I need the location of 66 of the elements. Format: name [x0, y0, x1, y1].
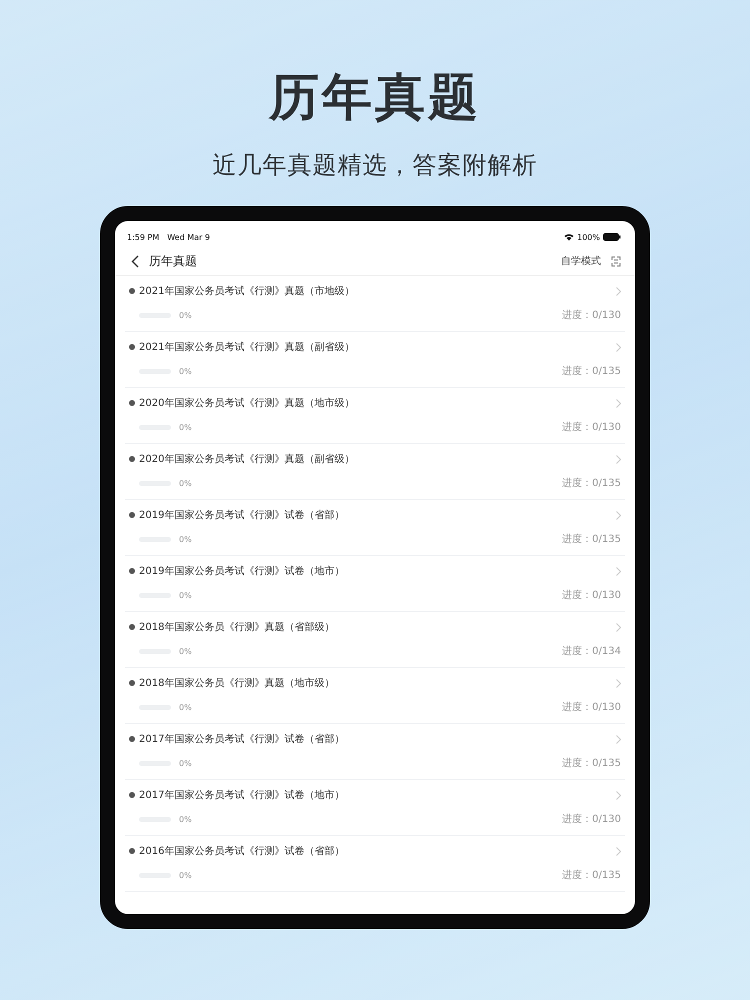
progress-count: 进度：0/135 — [562, 476, 621, 490]
paper-title[interactable]: 2021年国家公务员考试《行测》真题（市地级） — [139, 284, 354, 298]
paper-title[interactable]: 2020年国家公务员考试《行测》真题（地市级） — [139, 396, 354, 410]
paper-title[interactable]: 2019年国家公务员考试《行测》试卷（省部） — [139, 508, 344, 522]
progress-count: 进度：0/135 — [562, 756, 621, 770]
chevron-icon[interactable] — [616, 678, 621, 688]
progress-count: 进度：0/130 — [562, 420, 621, 434]
percent-label: 0% — [179, 310, 192, 320]
headline: 历年真题 — [269, 67, 481, 128]
percent-label: 0% — [179, 814, 192, 824]
paper-title[interactable]: 2017年国家公务员考试《行测》试卷（地市） — [139, 788, 344, 802]
progress-count: 进度：0/134 — [562, 644, 621, 658]
battery-icon — [603, 233, 621, 241]
chevron-icon[interactable] — [616, 734, 621, 744]
status-date: Wed Mar 9 — [167, 232, 210, 242]
paper-title[interactable]: 2016年国家公务员考试《行测》试卷（省部） — [139, 844, 344, 858]
chevron-icon[interactable] — [616, 398, 621, 408]
chevron-icon[interactable] — [616, 622, 621, 632]
status-time: 1:59 PM — [127, 232, 160, 242]
bullet-dot — [129, 792, 135, 798]
bullet-dot — [129, 456, 135, 462]
bullet-dot — [129, 512, 135, 518]
progress-count: 进度：0/135 — [562, 532, 621, 546]
chevron-icon[interactable] — [616, 342, 621, 352]
bullet-dot — [129, 736, 135, 742]
bullet-dot — [129, 344, 135, 350]
chevron-icon[interactable] — [616, 454, 621, 464]
percent-label: 0% — [179, 422, 192, 432]
page-title: 历年真题 — [149, 252, 197, 270]
paper-title[interactable]: 2017年国家公务员考试《行测》试卷（省部） — [139, 732, 344, 746]
chevron-icon[interactable] — [616, 790, 621, 800]
subtitle: 近几年真题精选，答案附解析 — [212, 150, 538, 180]
percent-label: 0% — [179, 758, 192, 768]
percent-label: 0% — [179, 534, 192, 544]
switch-icon[interactable] — [611, 256, 621, 266]
bullet-dot — [129, 624, 135, 630]
progress-count: 进度：0/130 — [562, 700, 621, 714]
progress-count: 进度：0/135 — [562, 868, 621, 882]
wifi-icon — [564, 233, 574, 241]
paper-title[interactable]: 2019年国家公务员考试《行测》试卷（地市） — [139, 564, 344, 578]
bullet-dot — [129, 848, 135, 854]
chevron-icon[interactable] — [616, 286, 621, 296]
bullet-dot — [129, 288, 135, 294]
percent-label: 0% — [179, 366, 192, 376]
progress-count: 进度：0/130 — [562, 588, 621, 602]
paper-title[interactable]: 2020年国家公务员考试《行测》真题（副省级） — [139, 452, 354, 466]
paper-title[interactable]: 2018年国家公务员《行测》真题（省部级） — [139, 620, 334, 634]
percent-label: 0% — [179, 478, 192, 488]
battery-percent: 100% — [577, 232, 600, 242]
progress-count: 进度：0/135 — [562, 364, 621, 378]
percent-label: 0% — [179, 646, 192, 656]
mode-label[interactable]: 自学模式 — [561, 254, 601, 268]
progress-count: 进度：0/130 — [562, 308, 621, 322]
paper-title[interactable]: 2018年国家公务员《行测》真题（地市级） — [139, 676, 334, 690]
bullet-dot — [129, 400, 135, 406]
progress-count: 进度：0/130 — [562, 812, 621, 826]
chevron-icon[interactable] — [616, 510, 621, 520]
chevron-icon[interactable] — [616, 846, 621, 856]
chevron-icon[interactable] — [616, 566, 621, 576]
bullet-dot — [129, 680, 135, 686]
back-icon[interactable] — [131, 254, 139, 268]
percent-label: 0% — [179, 590, 192, 600]
bullet-dot — [129, 568, 135, 574]
percent-label: 0% — [179, 702, 192, 712]
percent-label: 0% — [179, 870, 192, 880]
paper-title[interactable]: 2021年国家公务员考试《行测》真题（副省级） — [139, 340, 354, 354]
